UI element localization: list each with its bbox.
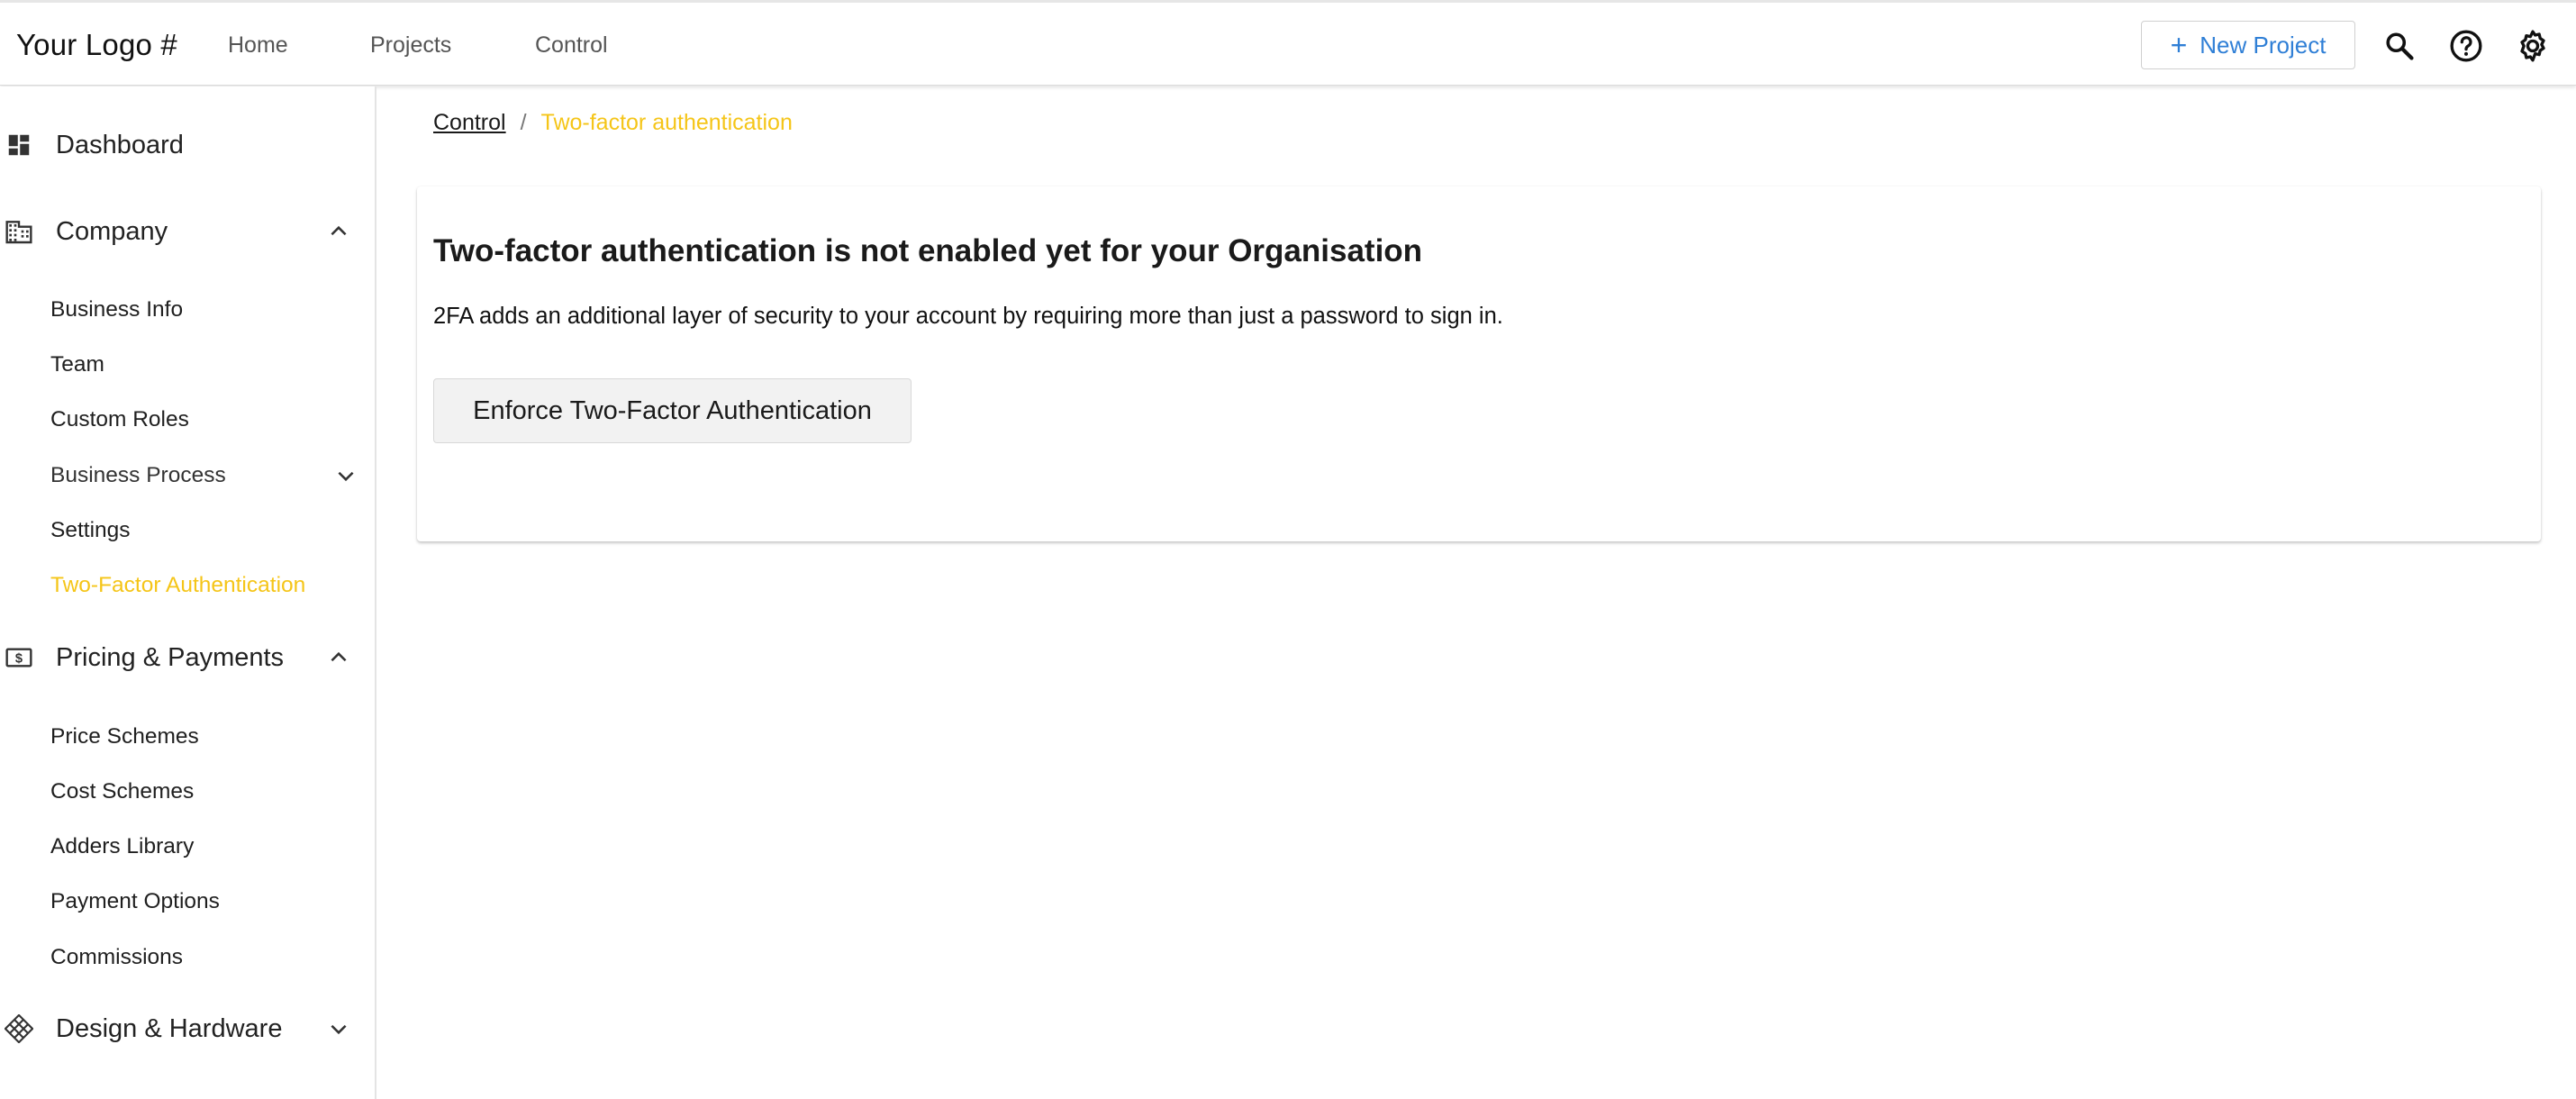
money-icon: $ <box>4 642 34 673</box>
sidebar-item-two-factor-authentication[interactable]: Two-Factor Authentication <box>50 573 305 598</box>
sidebar-label-dashboard: Dashboard <box>56 130 184 159</box>
chevron-up-icon[interactable] <box>324 217 353 246</box>
sidebar-section-pricing-payments[interactable]: $ Pricing & Payments <box>0 631 375 685</box>
app-logo[interactable]: Your Logo # <box>16 28 177 62</box>
sidebar-item-price-schemes[interactable]: Price Schemes <box>50 724 199 749</box>
plus-icon: + <box>2170 29 2188 61</box>
nav-home[interactable]: Home <box>228 32 288 59</box>
grid-hardware-icon <box>4 1013 34 1044</box>
two-factor-card: Two-factor authentication is not enabled… <box>417 186 2541 541</box>
chevron-down-icon[interactable] <box>324 1014 353 1043</box>
search-icon[interactable] <box>2381 28 2417 64</box>
sidebar-label-pricing-payments: Pricing & Payments <box>56 642 285 672</box>
card-title: Two-factor authentication is not enabled… <box>433 233 1423 268</box>
sidebar-item-custom-roles[interactable]: Custom Roles <box>50 407 189 432</box>
nav-control[interactable]: Control <box>535 32 608 59</box>
breadcrumb-separator: / <box>520 110 527 135</box>
svg-text:$: $ <box>15 651 23 666</box>
top-navigation-bar: Your Logo # Home Projects Control + New … <box>0 0 2576 86</box>
sidebar-item-business-process[interactable]: Business Process <box>50 463 226 488</box>
new-project-label: New Project <box>2200 31 2327 59</box>
sidebar-item-dashboard[interactable]: Dashboard <box>0 118 375 172</box>
sidebar-item-payment-options[interactable]: Payment Options <box>50 889 220 914</box>
card-description: 2FA adds an additional layer of security… <box>433 304 1503 329</box>
sidebar-item-business-info[interactable]: Business Info <box>50 297 183 322</box>
chevron-up-icon[interactable] <box>324 643 353 672</box>
sidebar-label-company: Company <box>56 216 168 246</box>
new-project-button[interactable]: + New Project <box>2141 21 2355 69</box>
dashboard-icon <box>4 130 34 160</box>
enforce-two-factor-button[interactable]: Enforce Two-Factor Authentication <box>433 378 912 443</box>
breadcrumb: Control / Two-factor authentication <box>433 110 793 136</box>
sidebar-item-cost-schemes[interactable]: Cost Schemes <box>50 779 194 804</box>
breadcrumb-current: Two-factor authentication <box>540 110 793 135</box>
breadcrumb-control-link[interactable]: Control <box>433 110 506 136</box>
chevron-down-icon[interactable] <box>331 461 360 490</box>
settings-icon[interactable] <box>2515 28 2551 64</box>
help-icon[interactable] <box>2448 28 2484 64</box>
sidebar: Dashboard Company Business Info Team Cus… <box>0 86 376 1099</box>
sidebar-item-settings[interactable]: Settings <box>50 518 131 543</box>
nav-projects[interactable]: Projects <box>370 32 451 59</box>
sidebar-section-company[interactable]: Company <box>0 204 375 259</box>
sidebar-section-design-hardware[interactable]: Design & Hardware <box>0 1002 375 1056</box>
sidebar-item-adders-library[interactable]: Adders Library <box>50 834 194 859</box>
sidebar-item-team[interactable]: Team <box>50 352 104 377</box>
sidebar-item-commissions[interactable]: Commissions <box>50 945 183 970</box>
building-icon <box>4 216 34 247</box>
sidebar-label-design-hardware: Design & Hardware <box>56 1013 283 1043</box>
